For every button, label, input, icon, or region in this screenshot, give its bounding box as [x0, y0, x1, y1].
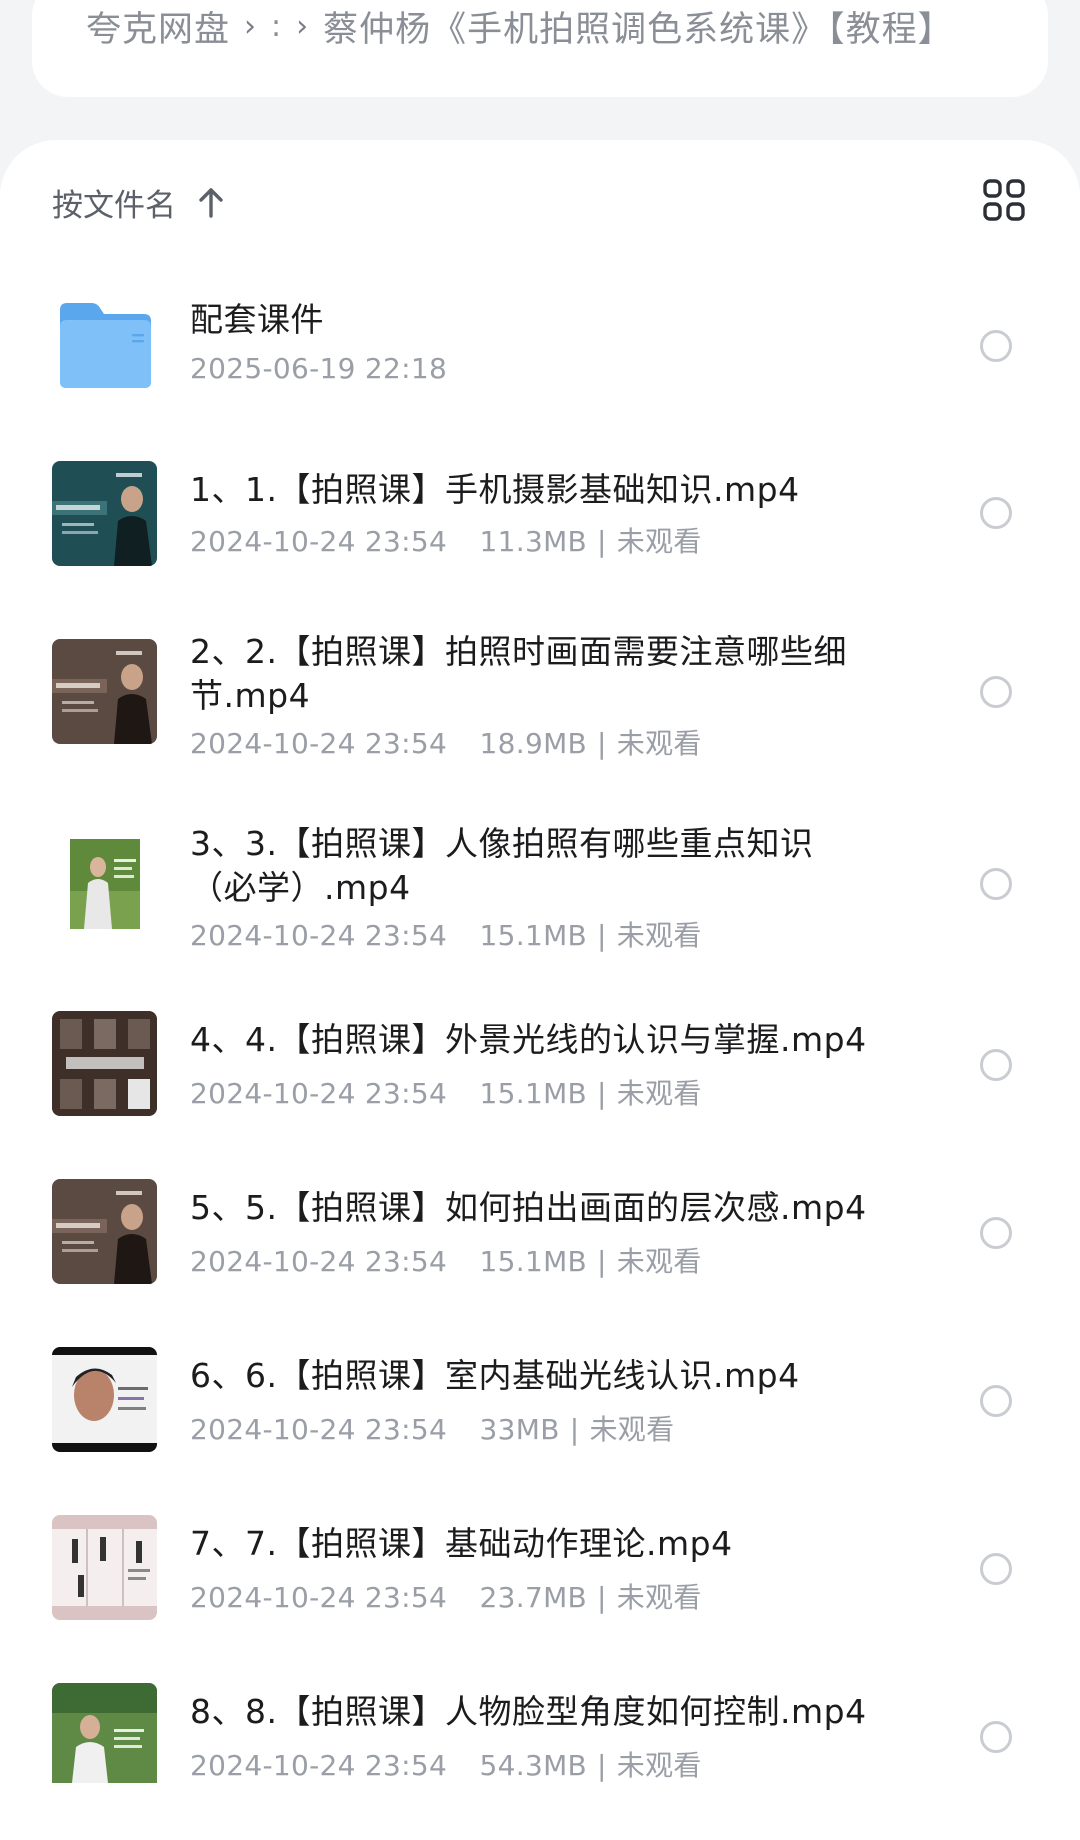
file-meta: 2024-10-24 23:54 18.9MB | 未观看 [190, 722, 702, 762]
breadcrumb-root[interactable]: 夸克网盘 [86, 1, 230, 52]
file-size: 15.1MB [479, 1245, 588, 1278]
chevron-right-icon: › [244, 8, 258, 44]
file-date: 2024-10-24 23:54 [190, 1581, 448, 1614]
select-radio[interactable] [980, 1385, 1012, 1417]
file-meta: 2024-10-24 23:54 11.3MB | 未观看 [190, 520, 702, 560]
divider: | [597, 1581, 607, 1614]
breadcrumb-current: 蔡仲杨《手机拍照调色系统课》【教程】 [323, 9, 954, 50]
breadcrumb-card: 夸克网盘 › : › 蔡仲杨《手机拍照调色系统课》【教程】 [32, 0, 1048, 97]
file-date: 2024-10-24 23:54 [190, 727, 448, 760]
select-radio[interactable] [980, 868, 1012, 900]
divider: | [597, 1749, 607, 1782]
file-meta: 2024-10-24 23:54 15.1MB | 未观看 [190, 1072, 702, 1112]
select-radio[interactable] [980, 1217, 1012, 1249]
watch-status: 未观看 [616, 525, 702, 558]
select-radio[interactable] [980, 330, 1012, 362]
file-name: 5、5.【拍照课】如何拍出画面的层次感.mp4 [190, 1188, 867, 1227]
breadcrumb: 夸克网盘 › : › 蔡仲杨《手机拍照调色系统课》【教程】 [86, 4, 954, 50]
file-name: 2、2.【拍照课】拍照时画面需要注意哪些细节.mp4 [190, 632, 847, 715]
divider: | [597, 727, 607, 760]
watch-status: 未观看 [589, 1413, 675, 1446]
file-size: 54.3MB [479, 1749, 588, 1782]
file-date: 2024-10-24 23:54 [190, 1413, 448, 1446]
breadcrumb-middle[interactable]: : [271, 9, 282, 44]
file-name: 6、6.【拍照课】室内基础光线认识.mp4 [190, 1356, 800, 1395]
file-meta: 2024-10-24 23:54 23.7MB | 未观看 [190, 1576, 702, 1616]
video-thumbnail [52, 1347, 157, 1452]
select-radio[interactable] [980, 1049, 1012, 1081]
grid-view-icon[interactable] [982, 178, 1026, 222]
divider: | [597, 919, 607, 952]
file-meta: 2024-10-24 23:54 15.1MB | 未观看 [190, 914, 702, 954]
video-thumbnail [52, 831, 157, 936]
video-thumbnail [52, 1179, 157, 1284]
watch-status: 未观看 [616, 1749, 702, 1782]
file-meta: 2024-10-24 23:54 54.3MB | 未观看 [190, 1744, 702, 1784]
file-size: 23.7MB [479, 1581, 588, 1614]
sort-control[interactable]: 按文件名 [52, 180, 226, 224]
file-date: 2024-10-24 23:54 [190, 1245, 448, 1278]
file-date: 2024-10-24 23:54 [190, 1749, 448, 1782]
file-name: 4、4.【拍照课】外景光线的认识与掌握.mp4 [190, 1020, 867, 1059]
watch-status: 未观看 [616, 1077, 702, 1110]
file-name: 3、3.【拍照课】人像拍照有哪些重点知识（必学）.mp4 [190, 824, 814, 907]
video-thumbnail [52, 1515, 157, 1620]
file-name: 7、7.【拍照课】基础动作理论.mp4 [190, 1524, 733, 1563]
watch-status: 未观看 [616, 1581, 702, 1614]
sort-label: 按文件名 [52, 187, 176, 224]
file-date: 2024-10-24 23:54 [190, 525, 448, 558]
video-thumbnail [52, 461, 157, 566]
video-thumbnail [52, 1011, 157, 1116]
file-name: 1、1.【拍照课】手机摄影基础知识.mp4 [190, 470, 800, 509]
watch-status: 未观看 [616, 919, 702, 952]
divider: | [597, 1077, 607, 1110]
chevron-right-icon: › [296, 8, 310, 44]
file-meta: 2024-10-24 23:54 33MB | 未观看 [190, 1408, 674, 1448]
watch-status: 未观看 [616, 727, 702, 760]
file-size: 11.3MB [479, 525, 588, 558]
select-radio[interactable] [980, 1721, 1012, 1753]
file-meta: 2024-10-24 23:54 15.1MB | 未观看 [190, 1240, 702, 1280]
file-date: 2024-10-24 23:54 [190, 1077, 448, 1110]
file-name: 配套课件 [190, 300, 324, 339]
video-thumbnail [52, 1683, 157, 1783]
select-radio[interactable] [980, 497, 1012, 529]
select-radio[interactable] [980, 676, 1012, 708]
file-name: 8、8.【拍照课】人物脸型角度如何控制.mp4 [190, 1692, 867, 1731]
arrow-up-icon [199, 188, 223, 218]
file-date: 2024-10-24 23:54 [190, 919, 448, 952]
watch-status: 未观看 [616, 1245, 702, 1278]
file-size: 33MB [479, 1413, 560, 1446]
file-size: 15.1MB [479, 919, 588, 952]
divider: | [597, 525, 607, 558]
select-radio[interactable] [980, 1553, 1012, 1585]
file-date: 2025-06-19 22:18 [190, 352, 448, 385]
divider: | [597, 1245, 607, 1278]
video-thumbnail [52, 639, 157, 744]
file-meta: 2025-06-19 22:18 [190, 352, 447, 385]
file-size: 18.9MB [479, 727, 588, 760]
divider: | [569, 1413, 580, 1446]
folder-icon [60, 303, 151, 388]
file-size: 15.1MB [479, 1077, 588, 1110]
